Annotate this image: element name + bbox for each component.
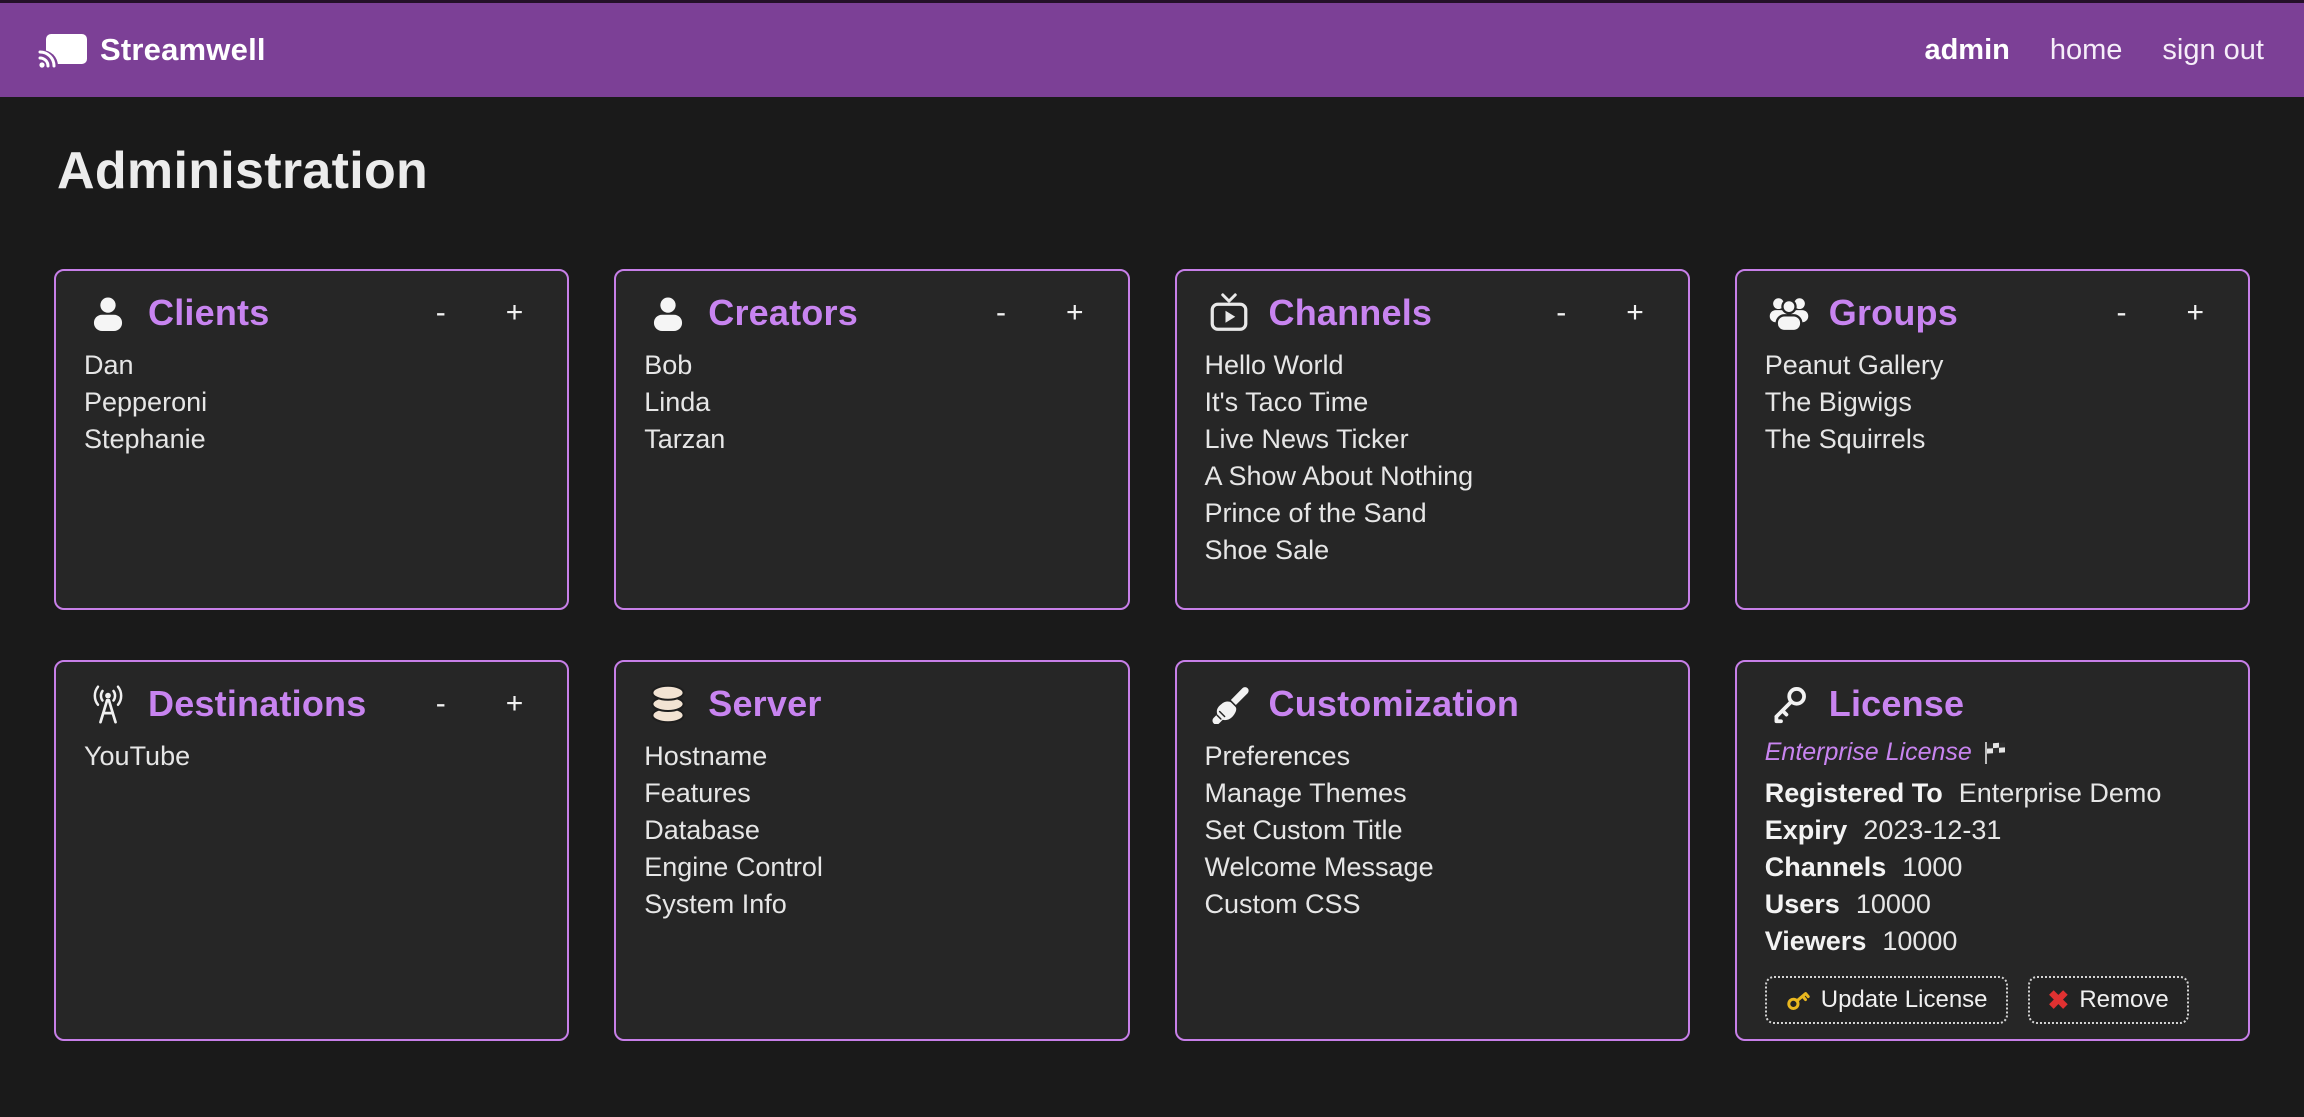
users-icon xyxy=(1765,291,1813,335)
license-badge: Enterprise License xyxy=(1765,738,2220,767)
user-icon xyxy=(644,291,692,335)
license-field-value: 1000 xyxy=(1902,852,1962,882)
list-item[interactable]: A Show About Nothing xyxy=(1205,458,1660,495)
list-item[interactable]: Pepperoni xyxy=(84,384,539,421)
list-item[interactable]: Features xyxy=(644,775,1099,812)
list-item[interactable]: Database xyxy=(644,812,1099,849)
groups-remove-button[interactable]: - xyxy=(2110,294,2132,332)
list-item[interactable]: Preferences xyxy=(1205,738,1660,775)
nav-home[interactable]: home xyxy=(2050,34,2123,67)
list-item[interactable]: YouTube xyxy=(84,738,539,775)
license-badge-label: Enterprise License xyxy=(1765,738,1972,767)
list-item[interactable]: Tarzan xyxy=(644,421,1099,458)
list-item[interactable]: Engine Control xyxy=(644,849,1099,886)
database-icon xyxy=(644,682,692,726)
key-icon xyxy=(1765,682,1813,726)
update-license-label: Update License xyxy=(1821,986,1988,1014)
card-grid: Clients - + Dan Pepperoni Stephanie Crea… xyxy=(0,269,2304,1041)
list-item[interactable]: Peanut Gallery xyxy=(1765,347,2220,384)
cast-icon xyxy=(38,32,88,68)
destinations-remove-button[interactable]: - xyxy=(430,685,452,723)
card-title: Clients xyxy=(148,292,269,334)
card-clients: Clients - + Dan Pepperoni Stephanie xyxy=(54,269,569,610)
card-title: Channels xyxy=(1269,292,1433,334)
tv-icon xyxy=(1205,291,1253,335)
card-title: License xyxy=(1829,683,1964,725)
card-title: Destinations xyxy=(148,683,366,725)
clients-remove-button[interactable]: - xyxy=(430,294,452,332)
license-field: Channels 1000 xyxy=(1765,849,2220,886)
card-server: Server Hostname Features Database Engine… xyxy=(614,660,1129,1041)
app-header: Streamwell admin home sign out xyxy=(0,0,2304,97)
destinations-add-button[interactable]: + xyxy=(500,685,530,723)
card-license: License Enterprise License Registered To… xyxy=(1735,660,2250,1041)
list-item[interactable]: Custom CSS xyxy=(1205,886,1660,923)
card-creators: Creators - + Bob Linda Tarzan xyxy=(614,269,1129,610)
brand-name: Streamwell xyxy=(100,32,266,68)
license-field-label: Viewers xyxy=(1765,926,1867,956)
license-field-value: 2023-12-31 xyxy=(1863,815,2001,845)
license-field: Expiry 2023-12-31 xyxy=(1765,812,2220,849)
list-item[interactable]: Stephanie xyxy=(84,421,539,458)
license-field-label: Users xyxy=(1765,889,1840,919)
list-item[interactable]: Dan xyxy=(84,347,539,384)
paintbrush-icon xyxy=(1205,682,1253,726)
card-destinations: Destinations - + YouTube xyxy=(54,660,569,1041)
card-title: Groups xyxy=(1829,292,1958,334)
broadcast-tower-icon xyxy=(84,682,132,726)
remove-license-button[interactable]: ✖ Remove xyxy=(2028,976,2189,1024)
list-item[interactable]: It's Taco Time xyxy=(1205,384,1660,421)
license-field: Viewers 10000 xyxy=(1765,923,2220,960)
channels-add-button[interactable]: + xyxy=(1620,294,1650,332)
license-field-value: 10000 xyxy=(1882,926,1957,956)
license-field-label: Registered To xyxy=(1765,778,1943,808)
page-title: Administration xyxy=(57,141,2304,201)
card-title: Customization xyxy=(1269,683,1520,725)
checkered-flag-icon xyxy=(1982,740,2008,766)
creators-add-button[interactable]: + xyxy=(1060,294,1090,332)
card-title: Server xyxy=(708,683,821,725)
license-field: Registered To Enterprise Demo xyxy=(1765,775,2220,812)
groups-add-button[interactable]: + xyxy=(2180,294,2210,332)
license-field-value: 10000 xyxy=(1856,889,1931,919)
top-nav: admin home sign out xyxy=(1924,34,2264,67)
list-item[interactable]: Welcome Message xyxy=(1205,849,1660,886)
card-groups: Groups - + Peanut Gallery The Bigwigs Th… xyxy=(1735,269,2250,610)
list-item[interactable]: The Bigwigs xyxy=(1765,384,2220,421)
license-field-label: Channels xyxy=(1765,852,1887,882)
list-item[interactable]: Set Custom Title xyxy=(1205,812,1660,849)
red-x-icon: ✖ xyxy=(2048,987,2070,1013)
clients-add-button[interactable]: + xyxy=(500,294,530,332)
nav-sign-out[interactable]: sign out xyxy=(2162,34,2264,67)
list-item[interactable]: Hostname xyxy=(644,738,1099,775)
brand-logo[interactable]: Streamwell xyxy=(38,32,266,68)
nav-admin[interactable]: admin xyxy=(1924,34,2009,67)
card-channels: Channels - + Hello World It's Taco Time … xyxy=(1175,269,1690,610)
remove-license-label: Remove xyxy=(2079,986,2168,1014)
card-title: Creators xyxy=(708,292,858,334)
list-item[interactable]: Hello World xyxy=(1205,347,1660,384)
channels-remove-button[interactable]: - xyxy=(1550,294,1572,332)
list-item[interactable]: Prince of the Sand xyxy=(1205,495,1660,532)
list-item[interactable]: Live News Ticker xyxy=(1205,421,1660,458)
list-item[interactable]: The Squirrels xyxy=(1765,421,2220,458)
list-item[interactable]: Shoe Sale xyxy=(1205,532,1660,569)
license-field: Users 10000 xyxy=(1765,886,2220,923)
creators-remove-button[interactable]: - xyxy=(990,294,1012,332)
license-field-value: Enterprise Demo xyxy=(1959,778,2162,808)
list-item[interactable]: Linda xyxy=(644,384,1099,421)
gold-key-icon xyxy=(1785,987,1811,1013)
list-item[interactable]: Bob xyxy=(644,347,1099,384)
list-item[interactable]: Manage Themes xyxy=(1205,775,1660,812)
list-item[interactable]: System Info xyxy=(644,886,1099,923)
card-customization: Customization Preferences Manage Themes … xyxy=(1175,660,1690,1041)
license-field-label: Expiry xyxy=(1765,815,1848,845)
update-license-button[interactable]: Update License xyxy=(1765,976,2008,1024)
user-icon xyxy=(84,291,132,335)
